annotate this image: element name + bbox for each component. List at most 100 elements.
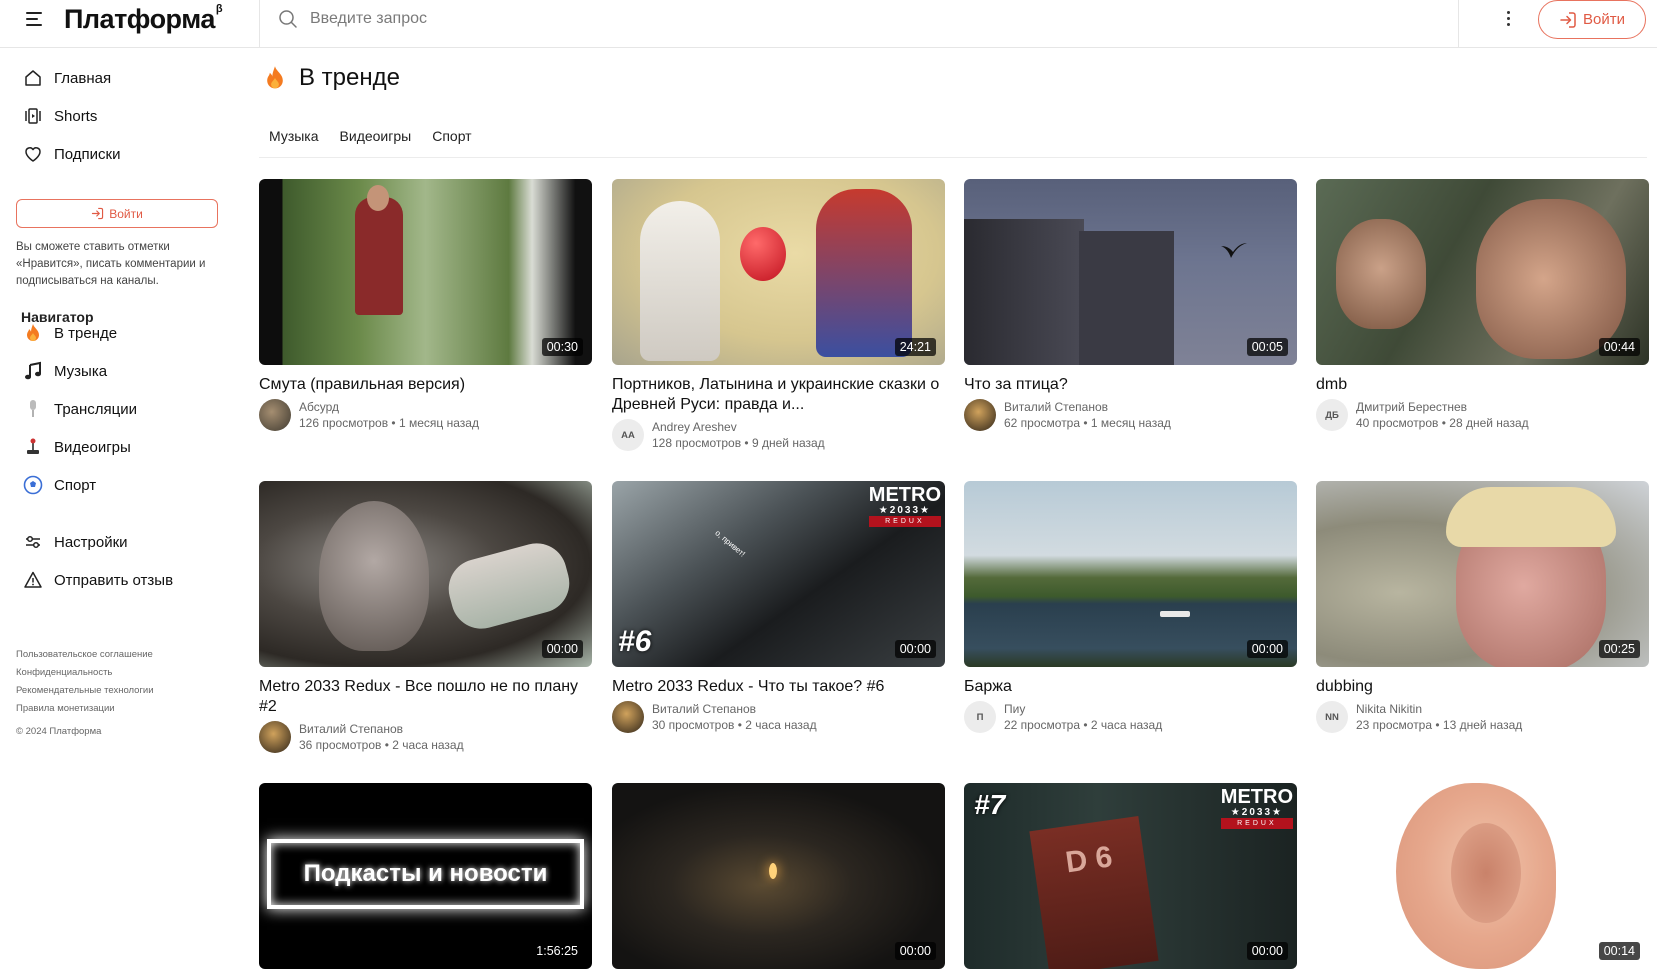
video-stats: 62 просмотра • 1 месяц назад: [1004, 416, 1171, 430]
video-title[interactable]: Metro 2033 Redux - Все пошло не по плану…: [259, 677, 592, 717]
search-icon: [279, 10, 297, 28]
view-count: 40 просмотров: [1356, 416, 1439, 430]
sidebar-item-label: Главная: [54, 69, 112, 87]
video-card[interactable]: 00:00 Metro 2033 Redux - Все пошло не по…: [259, 481, 592, 753]
video-card[interactable]: Подкасты и новости 1:56:25: [259, 783, 592, 969]
sidebar-item-games[interactable]: Видеоигры: [22, 430, 222, 464]
video-thumbnail[interactable]: 00:00: [964, 481, 1297, 667]
sidebar-item-sport[interactable]: Спорт: [22, 468, 222, 502]
upload-age: 1 месяц назад: [1090, 416, 1171, 430]
video-card[interactable]: 00:25 dubbing NN Nikita Nikitin 23 просм…: [1316, 481, 1649, 733]
menu-icon[interactable]: [26, 9, 46, 29]
footer-link-recommendations[interactable]: Рекомендательные технологии: [16, 682, 154, 700]
video-card[interactable]: 00:44 dmb ДБ Дмитрий Берестнев 40 просмо…: [1316, 179, 1649, 431]
bird-icon: [1221, 243, 1247, 258]
video-title[interactable]: Смута (правильная версия): [259, 375, 592, 395]
sidebar-item-subscriptions[interactable]: Подписки: [22, 137, 222, 171]
video-title[interactable]: Что за птица?: [964, 375, 1297, 395]
video-thumbnail[interactable]: 00:14: [1316, 783, 1649, 969]
video-card[interactable]: 24:21 Портников, Латынина и украинские с…: [612, 179, 945, 451]
duration-badge: 00:14: [1598, 942, 1640, 960]
channel-name[interactable]: Andrey Areshev: [652, 419, 825, 435]
video-card[interactable]: 00:30 Смута (правильная версия) Абсурд 1…: [259, 179, 592, 431]
video-thumbnail[interactable]: 24:21: [612, 179, 945, 365]
video-card[interactable]: D 6 #7 METRO ★2033★ REDUX 00:00: [964, 783, 1297, 969]
video-title[interactable]: dmb: [1316, 375, 1649, 395]
avatar[interactable]: ДБ: [1316, 399, 1348, 431]
video-thumbnail[interactable]: 00:44: [1316, 179, 1649, 365]
video-thumbnail[interactable]: 00:30: [259, 179, 592, 365]
avatar[interactable]: AA: [612, 419, 644, 451]
video-title[interactable]: Баржа: [964, 677, 1297, 697]
footer-link-monetization[interactable]: Правила монетизации: [16, 700, 154, 718]
video-thumbnail[interactable]: о, привет! #6 METRO ★2033★ REDUX 00:00: [612, 481, 945, 667]
video-title[interactable]: Портников, Латынина и украинские сказки …: [612, 375, 945, 415]
video-title[interactable]: Metro 2033 Redux - Что ты такое? #6: [612, 677, 945, 697]
sidebar-item-settings[interactable]: Настройки: [22, 525, 222, 559]
channel-name[interactable]: Дмитрий Берестнев: [1356, 399, 1529, 415]
tab-games[interactable]: Видеоигры: [340, 128, 412, 144]
avatar[interactable]: NN: [1316, 701, 1348, 733]
more-icon[interactable]: [1505, 8, 1513, 30]
avatar[interactable]: [259, 721, 291, 753]
metro-logo: METRO ★2033★ REDUX: [868, 485, 941, 527]
video-card[interactable]: 00:05 Что за птица? Виталий Степанов 62 …: [964, 179, 1297, 431]
channel-name[interactable]: Виталий Степанов: [652, 701, 817, 717]
video-card[interactable]: 00:00: [612, 783, 945, 969]
sidebar-item-shorts[interactable]: Shorts: [22, 99, 222, 133]
upload-age: 9 дней назад: [751, 436, 825, 450]
sidebar-item-streams[interactable]: Трансляции: [22, 392, 222, 426]
tab-music[interactable]: Музыка: [269, 128, 319, 144]
avatar[interactable]: П: [964, 701, 996, 733]
upload-age: 1 месяц назад: [398, 416, 479, 430]
avatar[interactable]: [259, 399, 291, 431]
footer-link-terms[interactable]: Пользовательское соглашение: [16, 646, 154, 664]
duration-badge: 1:56:25: [531, 942, 583, 960]
video-card[interactable]: о, привет! #6 METRO ★2033★ REDUX 00:00 M…: [612, 481, 945, 733]
search-bar[interactable]: [278, 8, 1178, 30]
sidebar-login-button[interactable]: Войти: [16, 199, 218, 228]
heart-icon: [22, 143, 44, 165]
channel-name[interactable]: Виталий Степанов: [1004, 399, 1171, 415]
video-thumbnail[interactable]: D 6 #7 METRO ★2033★ REDUX 00:00: [964, 783, 1297, 969]
video-card[interactable]: 00:14: [1316, 783, 1649, 969]
upload-age: 2 часа назад: [745, 718, 817, 732]
tab-sport[interactable]: Спорт: [432, 128, 471, 144]
divider: [259, 157, 1647, 158]
sidebar-item-home[interactable]: Главная: [22, 61, 222, 95]
divider: [259, 0, 260, 48]
sidebar-item-music[interactable]: Музыка: [22, 354, 222, 388]
door-sign-text: D 6: [1063, 840, 1115, 880]
warning-icon: [22, 569, 44, 591]
sidebar-item-label: Музыка: [54, 362, 108, 380]
footer-link-privacy[interactable]: Конфиденциальность: [16, 664, 154, 682]
login-button[interactable]: Войти: [1538, 0, 1646, 39]
video-title[interactable]: dubbing: [1316, 677, 1649, 697]
upload-age: 2 часа назад: [392, 738, 464, 752]
login-label: Войти: [109, 206, 143, 221]
page-title: В тренде: [299, 64, 400, 91]
avatar[interactable]: [964, 399, 996, 431]
video-thumbnail[interactable]: Подкасты и новости 1:56:25: [259, 783, 592, 969]
video-thumbnail[interactable]: 00:25: [1316, 481, 1649, 667]
video-thumbnail[interactable]: 00:00: [612, 783, 945, 969]
sidebar: Главная Shorts Подписки Войти Вы сможете…: [0, 48, 240, 980]
metro-logo-title: METRO: [1220, 786, 1293, 808]
video-card[interactable]: 00:00 Баржа П Пиу 22 просмотра • 2 часа …: [964, 481, 1297, 733]
channel-name[interactable]: Nikita Nikitin: [1356, 701, 1522, 717]
sidebar-item-trending[interactable]: В тренде: [22, 316, 222, 350]
channel-name[interactable]: Абсурд: [299, 399, 479, 415]
avatar[interactable]: [612, 701, 644, 733]
building: [1079, 231, 1174, 365]
channel-name[interactable]: Виталий Степанов: [299, 721, 464, 737]
channel-name[interactable]: Пиу: [1004, 701, 1162, 717]
video-stats: 126 просмотров • 1 месяц назад: [299, 416, 479, 430]
duration-badge: 00:00: [1246, 640, 1288, 658]
video-thumbnail[interactable]: 00:05: [964, 179, 1297, 365]
logo[interactable]: Платформаβ: [64, 3, 223, 35]
video-thumbnail[interactable]: 00:00: [259, 481, 592, 667]
search-input[interactable]: [310, 10, 910, 28]
duration-badge: 00:30: [541, 338, 583, 356]
balloon: [740, 227, 786, 281]
sidebar-item-feedback[interactable]: Отправить отзыв: [22, 563, 222, 597]
